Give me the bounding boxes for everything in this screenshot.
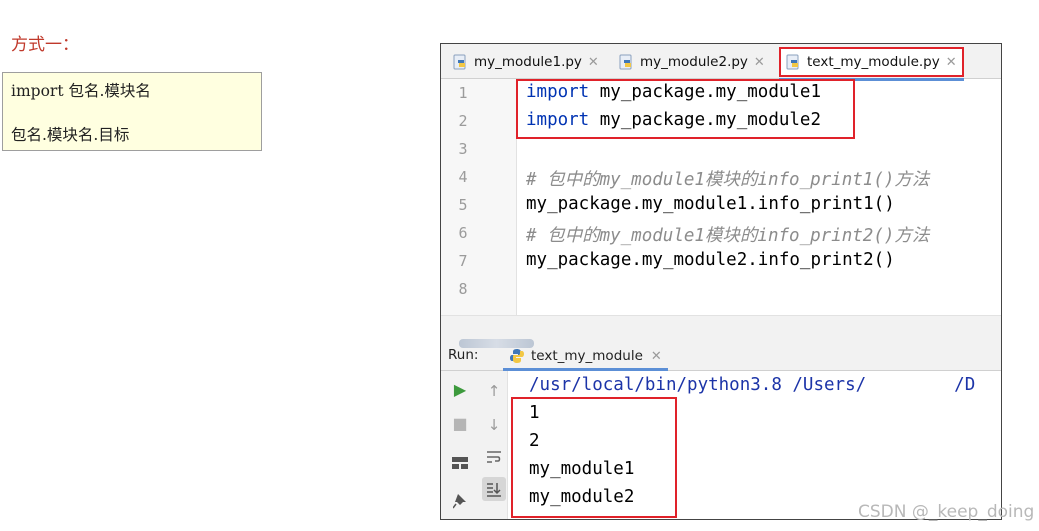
- line-number: 3: [458, 140, 468, 158]
- code-line-7[interactable]: my_package.my_module2.info_print2(): [526, 250, 895, 270]
- editor-scroll-area: [441, 315, 1001, 340]
- editor-tab-bar: my_module1.py ✕ my_module2.py ✕ text_my_…: [441, 44, 1001, 81]
- syntax-line-import: import 包名.模块名: [11, 82, 151, 100]
- scroll-up-icon[interactable]: ↑: [482, 379, 506, 403]
- run-label: Run:: [448, 347, 479, 363]
- command-prefix: /usr/local/bin/python3.8 /Users/: [529, 375, 867, 395]
- python-icon: [509, 348, 525, 364]
- code-line-5[interactable]: my_package.my_module1.info_print1(): [526, 194, 895, 214]
- pin-icon[interactable]: [448, 489, 472, 513]
- syntax-line-usage: 包名.模块名.目标: [11, 126, 130, 144]
- tab-label: text_my_module.py: [807, 54, 940, 70]
- syntax-box: import 包名.模块名 包名.模块名.目标: [2, 72, 262, 151]
- tab-label: my_module2.py: [640, 54, 748, 70]
- redacted-username: [459, 339, 534, 348]
- run-toolbar: ▶ ■ ↑ ↓: [441, 371, 508, 519]
- watermark: CSDN @_keep_doing: [858, 502, 1035, 522]
- line-number: 1: [458, 84, 468, 102]
- run-tab-label: text_my_module: [531, 348, 643, 364]
- python-file-icon: [453, 54, 469, 70]
- run-icon[interactable]: ▶: [448, 377, 472, 401]
- close-icon[interactable]: ✕: [651, 349, 662, 364]
- close-icon[interactable]: ✕: [946, 55, 957, 70]
- import-highlight-box: [516, 79, 855, 139]
- stop-icon[interactable]: ■: [448, 411, 472, 435]
- python-file-icon: [786, 54, 802, 70]
- close-icon[interactable]: ✕: [588, 55, 599, 70]
- scroll-to-end-icon[interactable]: [482, 477, 506, 501]
- section-heading: 方式一：: [11, 35, 79, 55]
- command-suffix: /D: [954, 375, 976, 395]
- tab-label: my_module1.py: [474, 54, 582, 70]
- line-number: 4: [458, 168, 468, 186]
- line-number: 2: [458, 112, 468, 130]
- console-command[interactable]: /usr/local/bin/python3.8 /Users/ /D: [529, 375, 975, 395]
- tab-my-module2[interactable]: my_module2.py ✕: [619, 49, 765, 75]
- code-comment-1[interactable]: # 包中的my_module1模块的info_print1()方法: [526, 166, 929, 191]
- close-icon[interactable]: ✕: [754, 55, 765, 70]
- scroll-down-icon[interactable]: ↓: [482, 413, 506, 437]
- layout-icon[interactable]: [448, 451, 472, 475]
- line-number: 6: [458, 224, 468, 242]
- tab-my-module1[interactable]: my_module1.py ✕: [453, 49, 599, 75]
- line-number: 7: [458, 252, 468, 270]
- code-comment-2[interactable]: # 包中的my_module1模块的info_print2()方法: [526, 222, 929, 247]
- line-number: 8: [458, 280, 468, 298]
- output-highlight-box: [511, 397, 677, 518]
- line-number: 5: [458, 196, 468, 214]
- python-file-icon: [619, 54, 635, 70]
- soft-wrap-icon[interactable]: [482, 445, 506, 469]
- tab-text-my-module[interactable]: text_my_module.py ✕: [779, 47, 964, 81]
